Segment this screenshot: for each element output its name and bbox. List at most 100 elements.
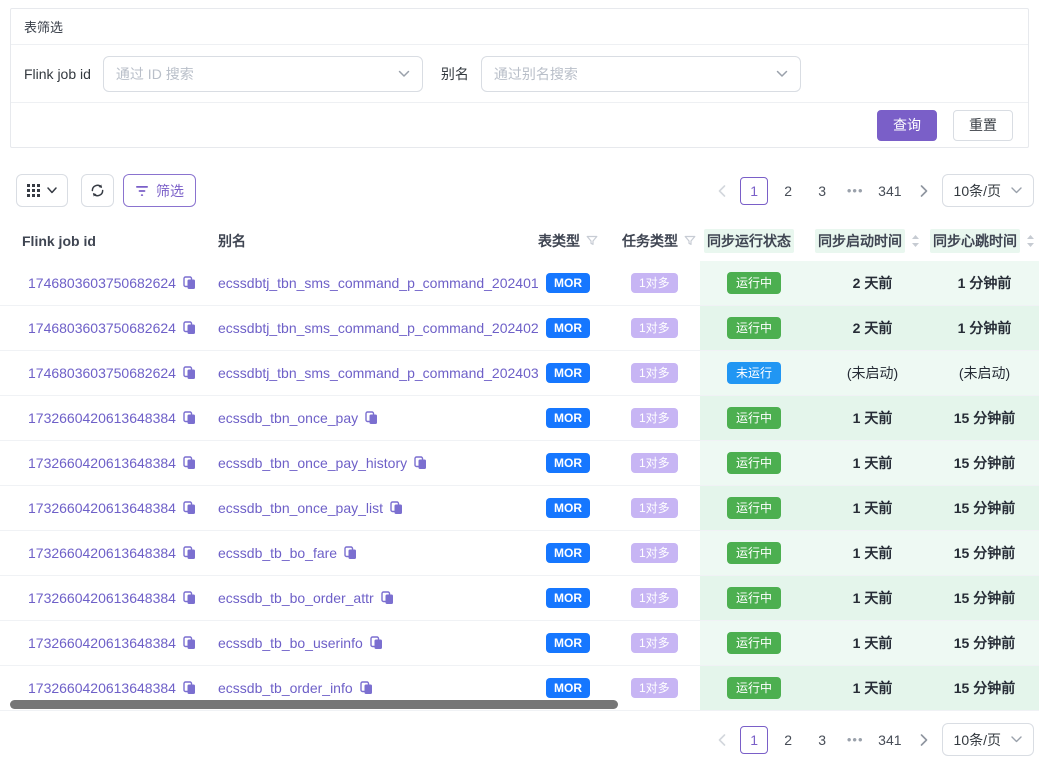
heartbeat-time: (未启动) (930, 351, 1039, 395)
status-badge: 运行中 (727, 407, 781, 429)
heartbeat-time: 15 分钟前 (930, 666, 1039, 710)
copy-icon[interactable] (183, 591, 196, 605)
filter-button[interactable]: 筛选 (123, 174, 196, 207)
col-header-alias: 别名 (196, 231, 538, 251)
copy-icon[interactable] (360, 681, 373, 695)
page-size-select[interactable]: 10条/页 (942, 723, 1034, 756)
alias-link[interactable]: ecssdb_tb_bo_fare (218, 545, 337, 561)
page-size-select[interactable]: 10条/页 (942, 174, 1034, 207)
copy-icon[interactable] (183, 321, 196, 335)
task-type-tag: 1对多 (631, 408, 678, 428)
horizontal-scrollbar[interactable] (10, 700, 618, 709)
flink-job-id-select[interactable] (103, 56, 423, 92)
copy-icon[interactable] (183, 366, 196, 380)
job-id-link[interactable]: 1746803603750682624 (28, 365, 176, 381)
copy-icon[interactable] (370, 636, 383, 650)
page-ellipsis[interactable]: ••• (842, 732, 868, 747)
filter-button-label: 筛选 (156, 181, 184, 201)
heartbeat-time: 1 分钟前 (930, 306, 1039, 350)
job-id-link[interactable]: 1732660420613648384 (28, 500, 176, 516)
prev-page-icon[interactable] (710, 177, 734, 205)
alias-select[interactable] (481, 56, 801, 92)
page-button-2[interactable]: 2 (774, 726, 802, 754)
page-button-3[interactable]: 3 (808, 726, 836, 754)
copy-icon[interactable] (344, 546, 357, 560)
chevron-down-icon (398, 70, 410, 78)
alias-link[interactable]: ecssdbtj_tbn_sms_command_p_command_20240… (218, 275, 539, 291)
page-ellipsis[interactable]: ••• (842, 183, 868, 198)
flink-job-id-input[interactable] (116, 66, 398, 82)
job-id-link[interactable]: 1746803603750682624 (28, 275, 176, 291)
copy-icon[interactable] (183, 411, 196, 425)
alias-link[interactable]: ecssdbtj_tbn_sms_command_p_command_20240… (218, 320, 539, 336)
column-settings-button[interactable] (16, 174, 68, 207)
job-id-link[interactable]: 1746803603750682624 (28, 320, 176, 336)
col-header-start-time[interactable]: 同步启动时间 (815, 220, 930, 261)
task-type-tag: 1对多 (631, 588, 678, 608)
page-button-1[interactable]: 1 (740, 726, 768, 754)
job-id-link[interactable]: 1732660420613648384 (28, 635, 176, 651)
copy-icon[interactable] (381, 591, 394, 605)
task-type-tag: 1对多 (631, 543, 678, 563)
job-id-link[interactable]: 1732660420613648384 (28, 590, 176, 606)
page-size-value: 10条/页 (954, 730, 1001, 750)
start-time: 1 天前 (815, 441, 930, 485)
col-header-flink-job-id: Flink job id (0, 233, 196, 249)
filter-funnel-icon[interactable] (684, 235, 696, 247)
flink-job-id-label: Flink job id (24, 66, 91, 82)
table-body: 1746803603750682624 ecssdbtj_tbn_sms_com… (0, 261, 1039, 711)
grid-3x3-icon (27, 184, 40, 197)
copy-icon[interactable] (390, 501, 403, 515)
task-type-tag: 1对多 (631, 633, 678, 653)
copy-icon[interactable] (183, 681, 196, 695)
alias-input[interactable] (494, 66, 776, 82)
copy-icon[interactable] (183, 456, 196, 470)
refresh-icon (90, 183, 105, 198)
job-id-link[interactable]: 1732660420613648384 (28, 410, 176, 426)
sorter-icon[interactable] (1026, 234, 1035, 248)
refresh-button[interactable] (81, 174, 114, 207)
table-type-tag: MOR (546, 273, 590, 293)
filter-funnel-icon[interactable] (586, 235, 598, 247)
task-type-tag: 1对多 (631, 678, 678, 698)
copy-icon[interactable] (183, 501, 196, 515)
query-button[interactable]: 查询 (877, 110, 937, 141)
alias-link[interactable]: ecssdb_tbn_once_pay (218, 410, 358, 426)
col-header-heartbeat-time[interactable]: 同步心跳时间 (930, 220, 1039, 261)
next-page-icon[interactable] (912, 177, 936, 205)
alias-link[interactable]: ecssdb_tb_bo_userinfo (218, 635, 363, 651)
status-badge: 运行中 (727, 542, 781, 564)
copy-icon[interactable] (183, 636, 196, 650)
alias-link[interactable]: ecssdb_tb_order_info (218, 680, 353, 696)
copy-icon[interactable] (414, 456, 427, 470)
alias-link[interactable]: ecssdb_tbn_once_pay_history (218, 455, 407, 471)
chevron-down-icon (776, 70, 788, 78)
page-button-1[interactable]: 1 (740, 177, 768, 205)
alias-label: 别名 (441, 64, 469, 84)
page-button-2[interactable]: 2 (774, 177, 802, 205)
alias-link[interactable]: ecssdb_tb_bo_order_attr (218, 590, 374, 606)
sync-tables-table: Flink job id 别名 表类型 任务类型 同步运行状态 同步启动时间 同… (0, 220, 1039, 711)
task-type-tag: 1对多 (631, 453, 678, 473)
job-id-link[interactable]: 1732660420613648384 (28, 680, 176, 696)
table-row: 1746803603750682624 ecssdbtj_tbn_sms_com… (0, 261, 1039, 306)
copy-icon[interactable] (183, 276, 196, 290)
sorter-icon[interactable] (911, 234, 920, 248)
table-type-tag: MOR (546, 588, 590, 608)
page-button-last[interactable]: 341 (874, 726, 905, 754)
status-badge: 运行中 (727, 452, 781, 474)
alias-link[interactable]: ecssdbtj_tbn_sms_command_p_command_20240… (218, 365, 539, 381)
heartbeat-time: 15 分钟前 (930, 441, 1039, 485)
prev-page-icon[interactable] (710, 726, 734, 754)
copy-icon[interactable] (183, 546, 196, 560)
job-id-link[interactable]: 1732660420613648384 (28, 545, 176, 561)
reset-button[interactable]: 重置 (953, 110, 1013, 141)
copy-icon[interactable] (365, 411, 378, 425)
status-badge: 运行中 (727, 632, 781, 654)
alias-link[interactable]: ecssdb_tbn_once_pay_list (218, 500, 383, 516)
page-button-last[interactable]: 341 (874, 177, 905, 205)
page-button-3[interactable]: 3 (808, 177, 836, 205)
next-page-icon[interactable] (912, 726, 936, 754)
page-size-value: 10条/页 (954, 181, 1001, 201)
job-id-link[interactable]: 1732660420613648384 (28, 455, 176, 471)
